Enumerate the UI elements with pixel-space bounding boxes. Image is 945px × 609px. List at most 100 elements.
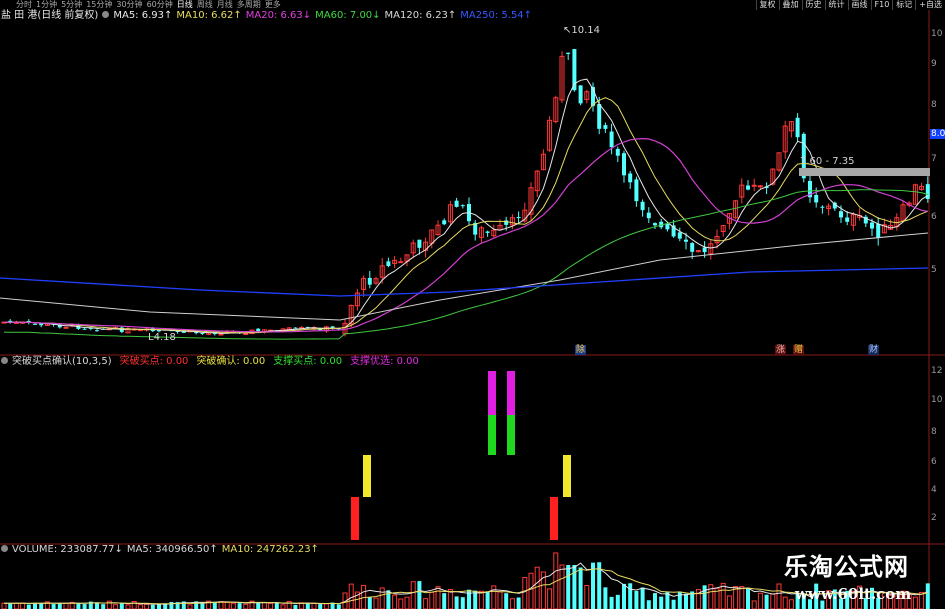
volume-bar — [628, 583, 633, 609]
volume-bar — [454, 596, 459, 609]
candle-body — [845, 217, 850, 222]
indicator-value: 突破确认: 0.00 — [196, 356, 266, 367]
volume-bar — [509, 598, 515, 609]
volume-bar — [925, 583, 930, 609]
volume-bar — [336, 604, 341, 609]
indicator-axis-tick: 10 — [931, 395, 943, 405]
volume-bar — [764, 594, 769, 609]
event-tag-limit-up[interactable]: 涨 — [775, 345, 787, 355]
indicator-signal-bar — [507, 371, 515, 415]
volume-bar — [125, 604, 131, 609]
candle-body — [367, 277, 372, 285]
volume-bar — [82, 604, 87, 609]
volume-bar — [653, 593, 657, 609]
volume-bar — [243, 603, 249, 609]
candle-body — [628, 173, 633, 183]
price-axis-tick: 9 — [931, 59, 937, 69]
candle-body — [839, 211, 843, 218]
volume-value: VOLUME: 233087.77↓ — [12, 544, 123, 555]
candle-body — [82, 328, 87, 330]
candle-body — [646, 212, 651, 219]
volume-bar — [516, 597, 521, 609]
volume-bar — [137, 604, 143, 609]
high-price-value: 10.14 — [571, 25, 601, 36]
volume-legend: VOLUME: 233087.77↓ MA5: 340966.50↑ MA10: 2… — [1, 544, 327, 556]
candle-body — [460, 205, 465, 207]
volume-bar — [144, 603, 150, 609]
candle-body — [256, 328, 261, 332]
volume-bar — [311, 602, 317, 609]
volume-bar — [119, 603, 124, 609]
volume-bar — [230, 602, 236, 609]
indicator-bars — [351, 371, 571, 540]
event-tag-dividend[interactable]: 除 — [575, 345, 587, 355]
volume-bar — [429, 591, 435, 609]
candle-body — [33, 323, 37, 325]
volume-bar — [566, 565, 571, 609]
volume-bar — [410, 581, 416, 609]
candle-body — [330, 326, 335, 328]
candle-body — [417, 239, 422, 248]
indicator-signal-bar — [363, 455, 371, 497]
indicator-value: 突破买点: 0.00 — [119, 356, 189, 367]
candle-body — [634, 179, 639, 202]
candle-body — [876, 223, 881, 238]
kline-chart[interactable] — [0, 0, 945, 609]
volume-bar — [504, 593, 509, 609]
candle-body — [684, 239, 688, 242]
indicator-axis: 12 10 8 6 4 2 — [929, 355, 945, 545]
candle-body — [442, 220, 447, 225]
volume-bar — [733, 586, 739, 609]
volume-bar — [157, 604, 161, 609]
price-axis-tick: 10 — [931, 29, 943, 39]
volume-bar — [150, 604, 155, 609]
volume-bar — [528, 572, 534, 609]
volume-bar — [1, 602, 7, 609]
candle-body — [95, 330, 99, 332]
candle-body — [653, 223, 657, 226]
ma250-line — [0, 267, 929, 297]
price-axis-tick: 6 — [931, 212, 937, 222]
price-axis: 10 9 8 7 6 5 8.0 — [929, 0, 945, 355]
ma120-line — [0, 232, 929, 321]
event-tag-bonus[interactable]: 赠 — [793, 345, 805, 355]
candle-body — [398, 261, 404, 264]
volume-bar — [8, 603, 13, 609]
indicator-axis-tick: 12 — [931, 366, 943, 376]
volume-bar — [584, 584, 590, 609]
current-price-tag: 8.0 — [930, 129, 945, 139]
volume-bar — [367, 597, 372, 609]
volume-bar — [912, 596, 918, 609]
volume-bar — [20, 602, 26, 609]
indicator-axis-tick: 8 — [931, 427, 937, 437]
volume-bar — [187, 604, 193, 609]
low-price-label: L4.18 — [148, 332, 176, 343]
settings-dot-icon[interactable] — [1, 545, 8, 552]
event-tag-finance[interactable]: 财 — [868, 345, 880, 355]
price-axis-tick: 7 — [931, 154, 937, 164]
candle-body — [795, 117, 800, 138]
candle-body — [820, 206, 825, 208]
indicator-name: 突破买点确认(10,3,5) — [12, 356, 112, 367]
watermark-url: www.60lt.com — [795, 585, 912, 603]
indicator-legend: 突破买点确认(10,3,5) 突破买点: 0.00 突破确认: 0.00 支撑买点: … — [1, 356, 427, 368]
volume-bar — [720, 582, 726, 609]
volume-bar — [473, 590, 478, 609]
volume-bar — [417, 581, 422, 609]
settings-dot-icon[interactable] — [1, 357, 8, 364]
volume-bar — [522, 577, 528, 609]
volume-bar — [485, 591, 490, 609]
candle-body — [243, 333, 249, 336]
high-price-label: ↖10.14 — [563, 25, 601, 36]
candle-body — [454, 200, 459, 207]
volume-bar — [640, 587, 645, 609]
indicator-axis-tick: 4 — [931, 485, 937, 495]
candle-body — [386, 261, 391, 267]
price-axis-tick: 5 — [931, 265, 937, 275]
candle-body — [757, 185, 763, 188]
indicator-axis-tick: 2 — [931, 513, 937, 523]
volume-bar — [113, 604, 119, 609]
volume-bar — [739, 586, 745, 609]
volume-bar — [13, 602, 19, 609]
low-price-value: 4.18 — [153, 332, 176, 343]
